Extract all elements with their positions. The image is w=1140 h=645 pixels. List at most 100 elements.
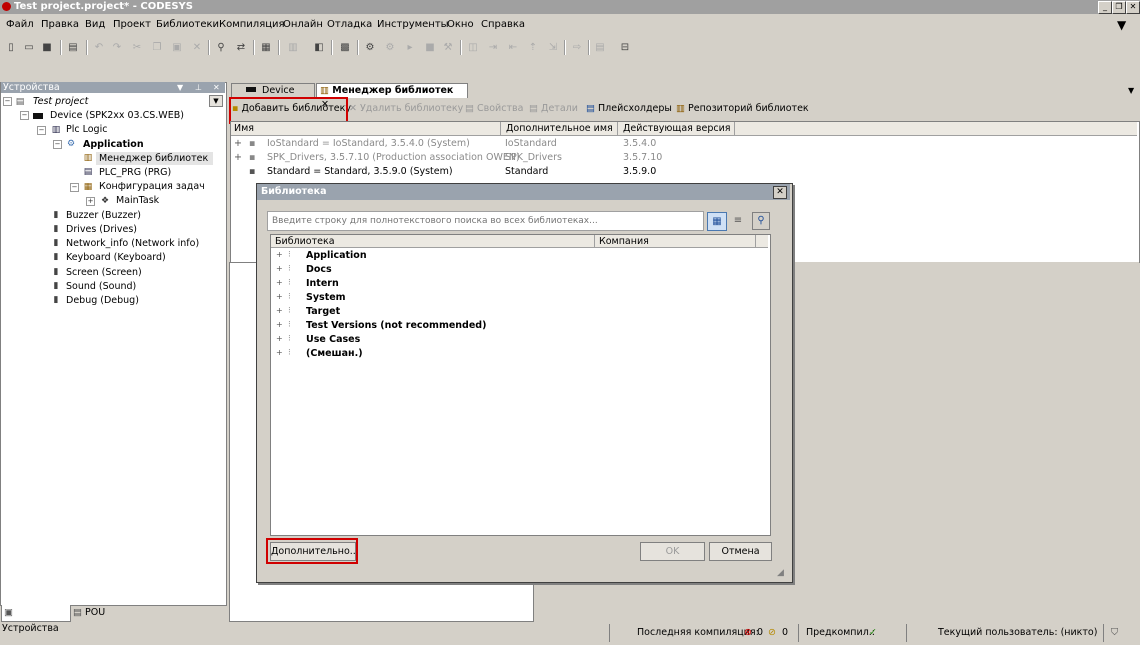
expand-icon[interactable]: + [276,307,283,315]
expand-icon[interactable]: + [276,293,283,301]
delete-library-button[interactable]: ✕ Удалить библиотеку [349,103,463,115]
paste-icon[interactable]: ▣ [170,41,184,54]
menu-debug[interactable]: Отладка [327,19,372,31]
tree-item-plc-prg[interactable]: PLC_PRG (PRG) [99,167,171,179]
menu-view[interactable]: Вид [85,19,105,31]
tab-library-manager[interactable]: ▥ Менеджер библиотек ✕ [316,83,468,110]
tabs-dropdown-icon[interactable]: ▼ [1128,86,1134,95]
run-icon[interactable]: ▸ [403,41,417,54]
column-name[interactable]: Имя [234,123,254,135]
tree-item-buzzer[interactable]: Buzzer (Buzzer) [66,210,141,222]
tab-device[interactable]: Device [231,83,315,98]
expand-icon[interactable]: + [276,251,283,259]
breakpoint-icon[interactable]: ◫ [466,41,480,54]
expand-icon[interactable]: + [276,349,283,357]
menu-project[interactable]: Проект [113,19,151,31]
collapse-icon[interactable]: − [53,140,62,149]
tree-item-debug[interactable]: Debug (Debug) [66,295,139,307]
menu-window[interactable]: Окно [447,19,474,31]
panel-dropdown-icon[interactable]: ▼ [177,82,183,93]
library-search-icon[interactable]: ⚲ [752,212,770,230]
tree-item-project[interactable]: Test project [33,96,88,108]
delete-icon[interactable]: ✕ [190,41,204,54]
undo-icon[interactable]: ↶ [92,41,106,54]
tree-item-plc-logic[interactable]: Plc Logic [66,124,107,136]
tree-item-network-info[interactable]: Network_info (Network info) [66,238,199,250]
bookmark-icon[interactable]: ▦ [259,41,273,54]
tab-devices[interactable]: ▣ Устройства [1,605,71,634]
category-view-icon[interactable]: ▦ [707,212,727,231]
collapse-icon[interactable]: − [37,126,46,135]
login-icon[interactable]: ⚙ [363,41,377,54]
write-values-icon[interactable]: ⇨ [570,41,584,54]
tree-item-keyboard[interactable]: Keyboard (Keyboard) [66,252,166,264]
menu-build[interactable]: Компиляция [219,19,285,31]
save-icon[interactable]: ■ [40,41,54,54]
menu-libraries[interactable]: Библиотеки [156,19,219,31]
library-search-input[interactable] [267,211,704,231]
sort-icon[interactable]: ≡ [729,212,747,229]
close-window-button[interactable]: ✕ [1126,1,1140,14]
details-button[interactable]: ▤ Детали [529,103,578,115]
cart-icon[interactable]: ⊟ [618,41,632,54]
step-into-icon[interactable]: ⇤ [506,41,520,54]
tree-item-sound[interactable]: Sound (Sound) [66,281,136,293]
logout-icon[interactable]: ⚙ [383,41,397,54]
tree-item-library-manager[interactable]: Менеджер библиотек [99,153,208,165]
replace-icon[interactable]: ⇄ [234,41,248,54]
build-icon[interactable]: ▩ [338,41,352,54]
find-icon[interactable]: ⚲ [214,41,228,54]
copy-icon[interactable]: ❐ [150,41,164,54]
placeholders-button[interactable]: ▤ Плейсхолдеры [586,103,672,115]
column-library[interactable]: Библиотека [275,236,335,247]
menu-edit[interactable]: Правка [41,19,79,31]
tree-item-screen[interactable]: Screen (Screen) [66,267,142,279]
security-shield-icon[interactable]: ⛉ [1111,627,1118,639]
column-company[interactable]: Компания [599,236,649,247]
device-menu-icon[interactable]: ▥ [286,41,300,54]
library-repository-button[interactable]: ▥ Репозиторий библиотек [676,103,809,115]
open-folder-icon[interactable]: ▭ [22,41,36,54]
row-expand-icon[interactable]: + [234,138,242,150]
properties-button[interactable]: ▤ Свойства [465,103,523,115]
column-version[interactable]: Действующая версия [623,123,731,135]
expand-icon[interactable]: + [86,197,95,206]
column-alias[interactable]: Дополнительное имя [506,123,613,135]
collapse-icon[interactable]: − [20,111,29,120]
step-out-icon[interactable]: ⇡ [526,41,540,54]
collapse-icon[interactable]: − [3,97,12,106]
panel-close-icon[interactable]: ✕ [213,82,220,93]
tree-dropdown-icon[interactable]: ▼ [209,95,223,107]
menu-help[interactable]: Справка [481,19,525,31]
reset-icon[interactable]: ⚒ [441,41,455,54]
stop-icon[interactable]: ■ [423,41,437,54]
filter-icon[interactable]: ▼ [1117,18,1126,32]
tab-pou[interactable]: ▤ POU [73,605,113,621]
run-to-cursor-icon[interactable]: ⇲ [546,41,560,54]
new-file-icon[interactable]: ▯ [4,41,18,54]
tree-item-task-config[interactable]: Конфигурация задач [99,181,205,193]
cancel-button[interactable]: Отмена [709,542,772,561]
tree-item-drives[interactable]: Drives (Drives) [66,224,137,236]
object-icon[interactable]: ◧ [312,41,326,54]
dialog-close-button[interactable]: ✕ [773,186,787,199]
print-icon[interactable]: ▤ [66,41,80,54]
expand-icon[interactable]: + [276,279,283,287]
tree-item-maintask[interactable]: MainTask [116,195,159,207]
expand-icon[interactable]: + [276,321,283,329]
pin-icon[interactable]: ⊥ [195,82,202,93]
force-values-icon[interactable]: ▤ [593,41,607,54]
tree-item-application[interactable]: Application [83,139,144,151]
cut-icon[interactable]: ✂ [130,41,144,54]
menu-file[interactable]: Файл [6,19,34,31]
redo-icon[interactable]: ↷ [110,41,124,54]
collapse-icon[interactable]: − [70,183,79,192]
menu-tools[interactable]: Инструменты [377,19,449,31]
expand-icon[interactable]: + [276,265,283,273]
menu-online[interactable]: Онлайн [283,19,323,31]
resize-grip-icon[interactable]: ◢ [777,568,784,578]
expand-icon[interactable]: + [276,335,283,343]
ok-button[interactable]: OK [640,542,705,561]
tree-item-device[interactable]: Device (SPK2xx 03.CS.WEB) [50,110,184,122]
restore-button[interactable]: ❐ [1112,1,1126,14]
